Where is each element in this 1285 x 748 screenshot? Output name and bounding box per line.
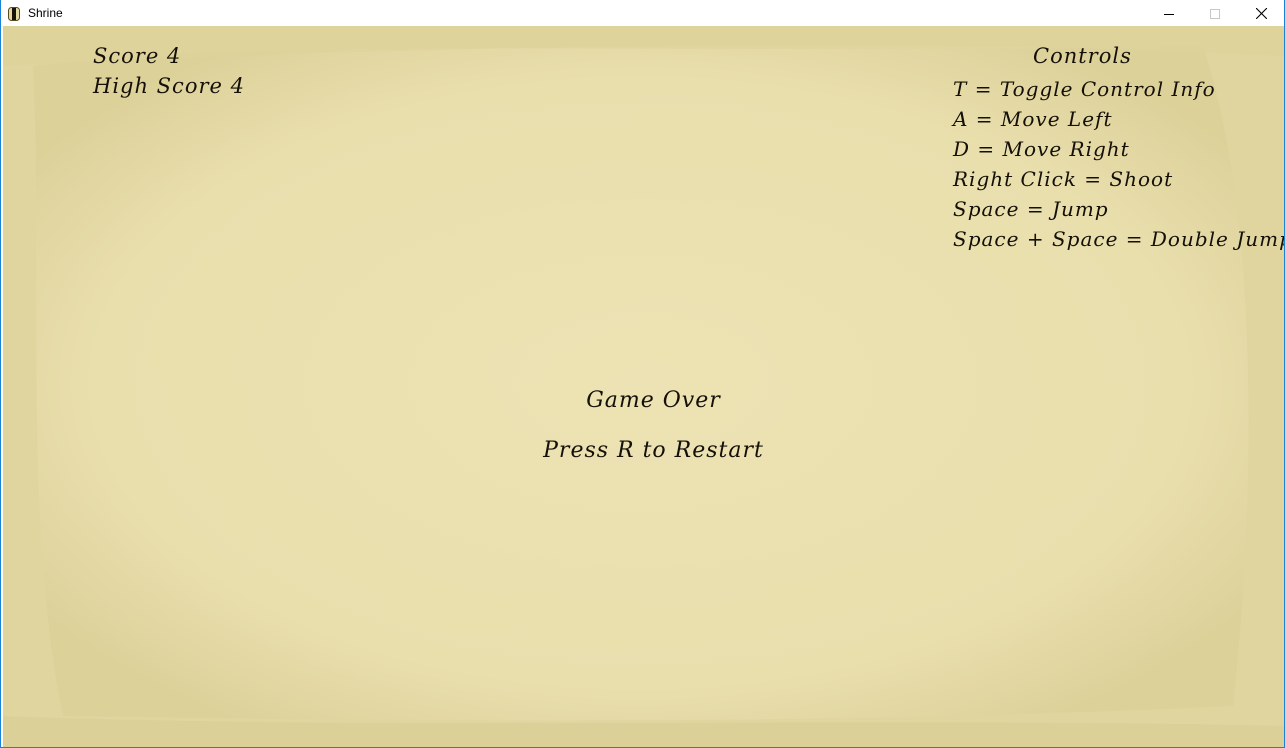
control-item-move-left: A = Move Left xyxy=(953,107,1113,131)
control-item-move-right: D = Move Right xyxy=(953,137,1130,161)
close-icon xyxy=(1255,4,1267,23)
window-title: Shrine xyxy=(28,6,63,20)
close-button[interactable] xyxy=(1238,0,1284,26)
restart-prompt: Press R to Restart xyxy=(543,438,764,463)
game-canvas[interactable]: Score 4 High Score 4 Controls T = Toggle… xyxy=(3,26,1284,747)
maximize-icon xyxy=(1210,4,1220,23)
control-item-shoot: Right Click = Shoot xyxy=(953,167,1174,191)
minimize-button[interactable] xyxy=(1146,0,1192,26)
control-item-double-jump: Space + Space = Double Jump xyxy=(953,227,1284,251)
game-window: Shrine Score 4 High Score 4 Controls T =… xyxy=(0,0,1285,748)
title-bar[interactable]: Shrine xyxy=(1,0,1284,26)
shrine-app-icon xyxy=(8,6,20,21)
maximize-button[interactable] xyxy=(1192,0,1238,26)
control-item-jump: Space = Jump xyxy=(953,197,1109,221)
controls-list: T = Toggle Control Info A = Move Left D … xyxy=(953,74,1284,254)
control-item-toggle-info: T = Toggle Control Info xyxy=(953,77,1216,101)
controls-title: Controls xyxy=(1033,44,1132,68)
game-over-text: Game Over xyxy=(586,388,721,413)
minimize-icon xyxy=(1164,4,1174,23)
high-score-label: High Score 4 xyxy=(93,74,245,98)
score-label: Score 4 xyxy=(93,44,182,68)
